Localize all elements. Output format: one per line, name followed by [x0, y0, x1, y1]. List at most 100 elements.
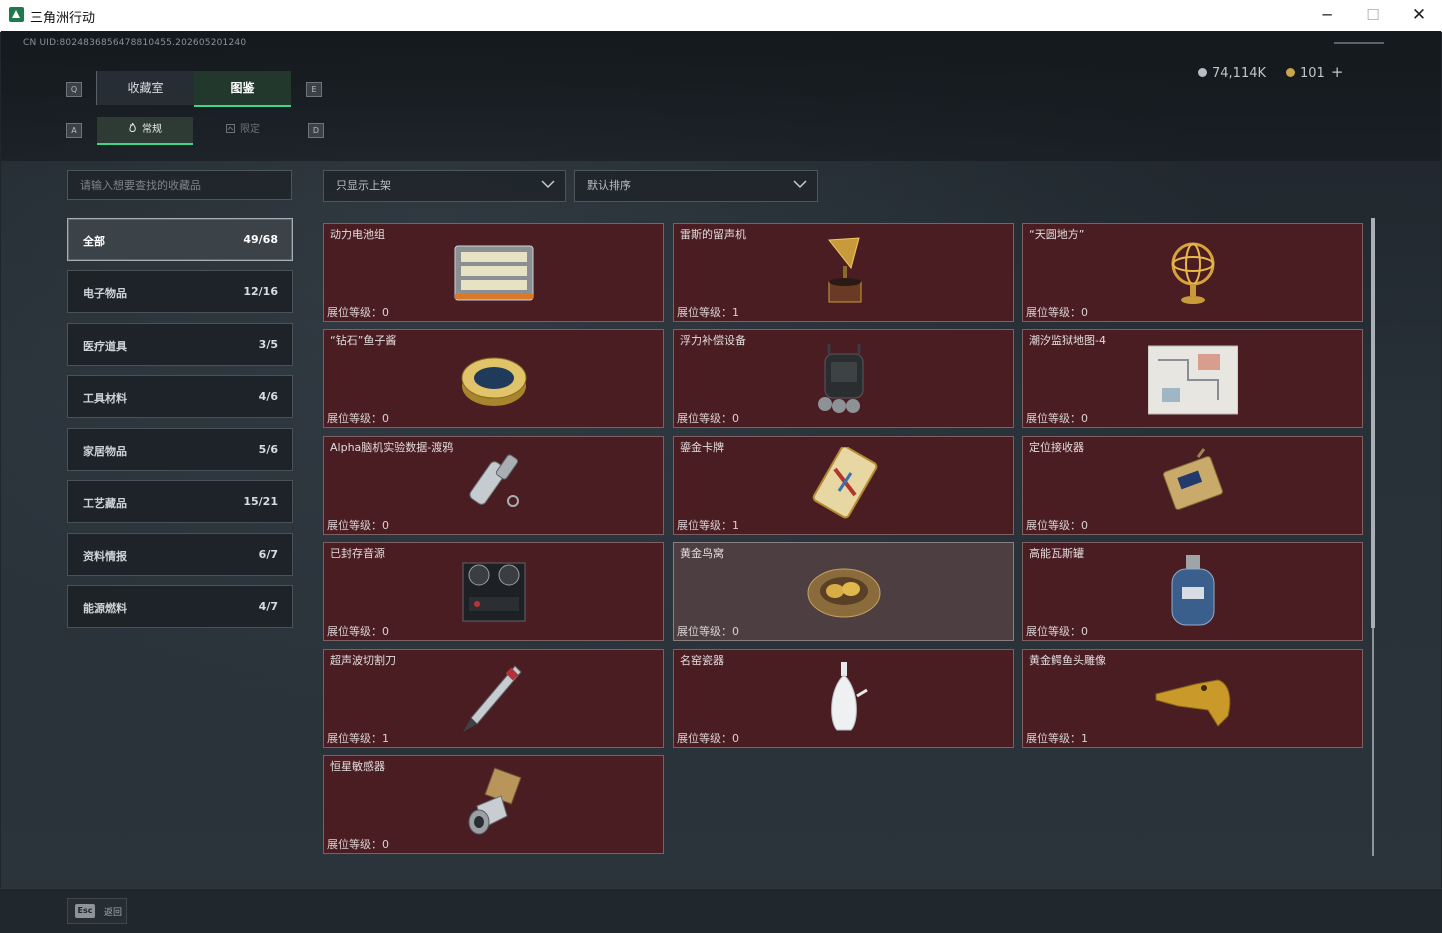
item-name: 雷斯的留声机 — [680, 228, 746, 241]
minimize-button[interactable]: ─ — [1304, 0, 1350, 31]
category-all[interactable]: 全部 49/68 — [67, 218, 293, 261]
category-count: 12/16 — [243, 285, 278, 298]
level-prefix: 展位等级： — [1026, 412, 1081, 425]
listing-filter-value: 只显示上架 — [336, 179, 391, 192]
item-name: 潮汐监狱地图-4 — [1029, 334, 1106, 347]
player-uid: CN UID:8024836856478810455.202605201240 — [23, 38, 247, 48]
game-area: CN UID:8024836856478810455.202605201240 … — [1, 31, 1441, 888]
category-electronics[interactable]: 电子物品 12/16 — [67, 270, 293, 313]
level-value: 0 — [732, 625, 739, 638]
item-card[interactable]: 鎏金卡牌 展位等级：1 — [673, 436, 1014, 535]
porcelain-vase-icon — [831, 662, 868, 731]
silver-coin-icon — [1198, 68, 1207, 77]
level-value: 0 — [1081, 625, 1088, 638]
item-name: “天圆地方” — [1029, 228, 1085, 241]
item-card[interactable]: “天圆地方” 展位等级：0 — [1022, 223, 1363, 322]
item-level: 展位等级：0 — [327, 623, 389, 639]
level-value: 0 — [1081, 306, 1088, 319]
item-card[interactable]: Alpha脑机实验数据-渡鸦 展位等级：0 — [323, 436, 664, 535]
flame-icon — [129, 122, 136, 132]
item-card[interactable]: 浮力补偿设备 展位等级：0 — [673, 329, 1014, 428]
item-card[interactable]: 名窑瓷器 展位等级：0 — [673, 649, 1014, 748]
item-card[interactable]: “钻石”鱼子酱 展位等级：0 — [323, 329, 664, 428]
add-currency-button[interactable]: + — [1331, 63, 1344, 81]
item-name: 名窑瓷器 — [680, 654, 724, 667]
maximize-button[interactable]: ☐ — [1350, 0, 1396, 31]
key-hint-q: Q — [66, 82, 82, 97]
level-prefix: 展位等级： — [327, 412, 382, 425]
category-count: 6/7 — [258, 548, 278, 561]
category-tools[interactable]: 工具材料 4/6 — [67, 375, 293, 418]
item-level: 展位等级：0 — [677, 623, 739, 639]
level-value: 1 — [732, 519, 739, 532]
item-name: Alpha脑机实验数据-渡鸦 — [330, 441, 454, 454]
category-label: 工艺藏品 — [83, 497, 127, 510]
item-card[interactable]: 高能瓦斯罐 展位等级：0 — [1022, 542, 1363, 641]
category-crafts[interactable]: 工艺藏品 15/21 — [67, 480, 293, 523]
item-card[interactable]: 定位接收器 展位等级：0 — [1022, 436, 1363, 535]
item-card[interactable]: 黄金鸟窝 展位等级：0 — [673, 542, 1014, 641]
level-prefix: 展位等级： — [327, 625, 382, 638]
category-household[interactable]: 家居物品 5/6 — [67, 428, 293, 471]
level-prefix: 展位等级： — [1026, 732, 1081, 745]
ultrasonic-cutter-icon — [463, 665, 522, 732]
gold-coin-icon — [1286, 68, 1296, 77]
category-count: 15/21 — [243, 495, 278, 508]
item-card[interactable]: 动力电池组 展位等级：0 — [323, 223, 664, 322]
gold-crocodile-icon — [1155, 679, 1231, 727]
level-value: 0 — [1081, 519, 1088, 532]
sort-dropdown[interactable]: 默认排序 — [574, 170, 818, 202]
reel-recorder-icon — [462, 562, 526, 622]
item-name: 恒星敏感器 — [330, 760, 385, 773]
golden-nest-icon — [807, 568, 881, 618]
category-count: 4/6 — [258, 390, 278, 403]
back-label: 返回 — [104, 908, 123, 918]
level-prefix: 展位等级： — [1026, 625, 1081, 638]
category-label: 全部 — [83, 235, 105, 248]
back-button[interactable]: Esc 返回 — [67, 898, 127, 924]
level-value: 0 — [732, 412, 739, 425]
item-name: 鎏金卡牌 — [680, 441, 724, 454]
grid-scrollbar-thumb[interactable] — [1371, 218, 1375, 628]
category-medical[interactable]: 医疗道具 3/5 — [67, 323, 293, 366]
battery-pack-icon — [454, 245, 534, 301]
category-label: 电子物品 — [83, 287, 127, 300]
limited-icon — [226, 124, 235, 133]
category-intel[interactable]: 资料情报 6/7 — [67, 533, 293, 576]
category-energy[interactable]: 能源燃料 4/7 — [67, 585, 293, 628]
window-titlebar: 三角洲行动 ─ ☐ ✕ — [0, 0, 1442, 32]
item-level: 展位等级：0 — [1026, 517, 1088, 533]
item-card[interactable]: 雷斯的留声机 展位等级：1 — [673, 223, 1014, 322]
item-name: 已封存音源 — [330, 547, 385, 560]
tab-limited-label: 限定 — [240, 124, 260, 135]
item-name: 浮力补偿设备 — [680, 334, 746, 347]
item-name: 动力电池组 — [330, 228, 385, 241]
category-count: 5/6 — [258, 443, 278, 456]
tab-catalog[interactable]: 图鉴 — [194, 71, 291, 107]
item-level: 展位等级：0 — [327, 410, 389, 426]
category-count: 49/68 — [243, 233, 278, 246]
item-card[interactable]: 超声波切割刀 展位等级：1 — [323, 649, 664, 748]
level-value: 0 — [382, 625, 389, 638]
item-level: 展位等级：1 — [677, 517, 739, 533]
item-card[interactable]: 已封存音源 展位等级：0 — [323, 542, 664, 641]
category-count: 4/7 — [258, 600, 278, 613]
item-level: 展位等级：1 — [1026, 730, 1088, 746]
key-hint-e: E — [306, 82, 322, 97]
category-count: 3/5 — [258, 338, 278, 351]
item-card[interactable]: 潮汐监狱地图-4 展位等级：0 — [1022, 329, 1363, 428]
listing-filter-dropdown[interactable]: 只显示上架 — [323, 170, 566, 202]
tab-regular[interactable]: 常规 — [97, 117, 193, 145]
search-input[interactable] — [67, 170, 292, 200]
level-prefix: 展位等级： — [677, 412, 732, 425]
tab-limited[interactable]: 限定 — [195, 117, 291, 143]
bottom-bar: Esc 返回 — [0, 888, 1442, 933]
level-prefix: 展位等级： — [1026, 306, 1081, 319]
item-card[interactable]: 恒星敏感器 展位等级：0 — [323, 755, 664, 854]
level-value: 0 — [382, 838, 389, 851]
tab-collection-room[interactable]: 收藏室 — [96, 71, 194, 105]
chevron-down-icon — [541, 180, 555, 189]
item-card[interactable]: 黄金鳄鱼头雕像 展位等级：1 — [1022, 649, 1363, 748]
close-button[interactable]: ✕ — [1396, 0, 1442, 31]
item-level: 展位等级：0 — [327, 836, 389, 852]
